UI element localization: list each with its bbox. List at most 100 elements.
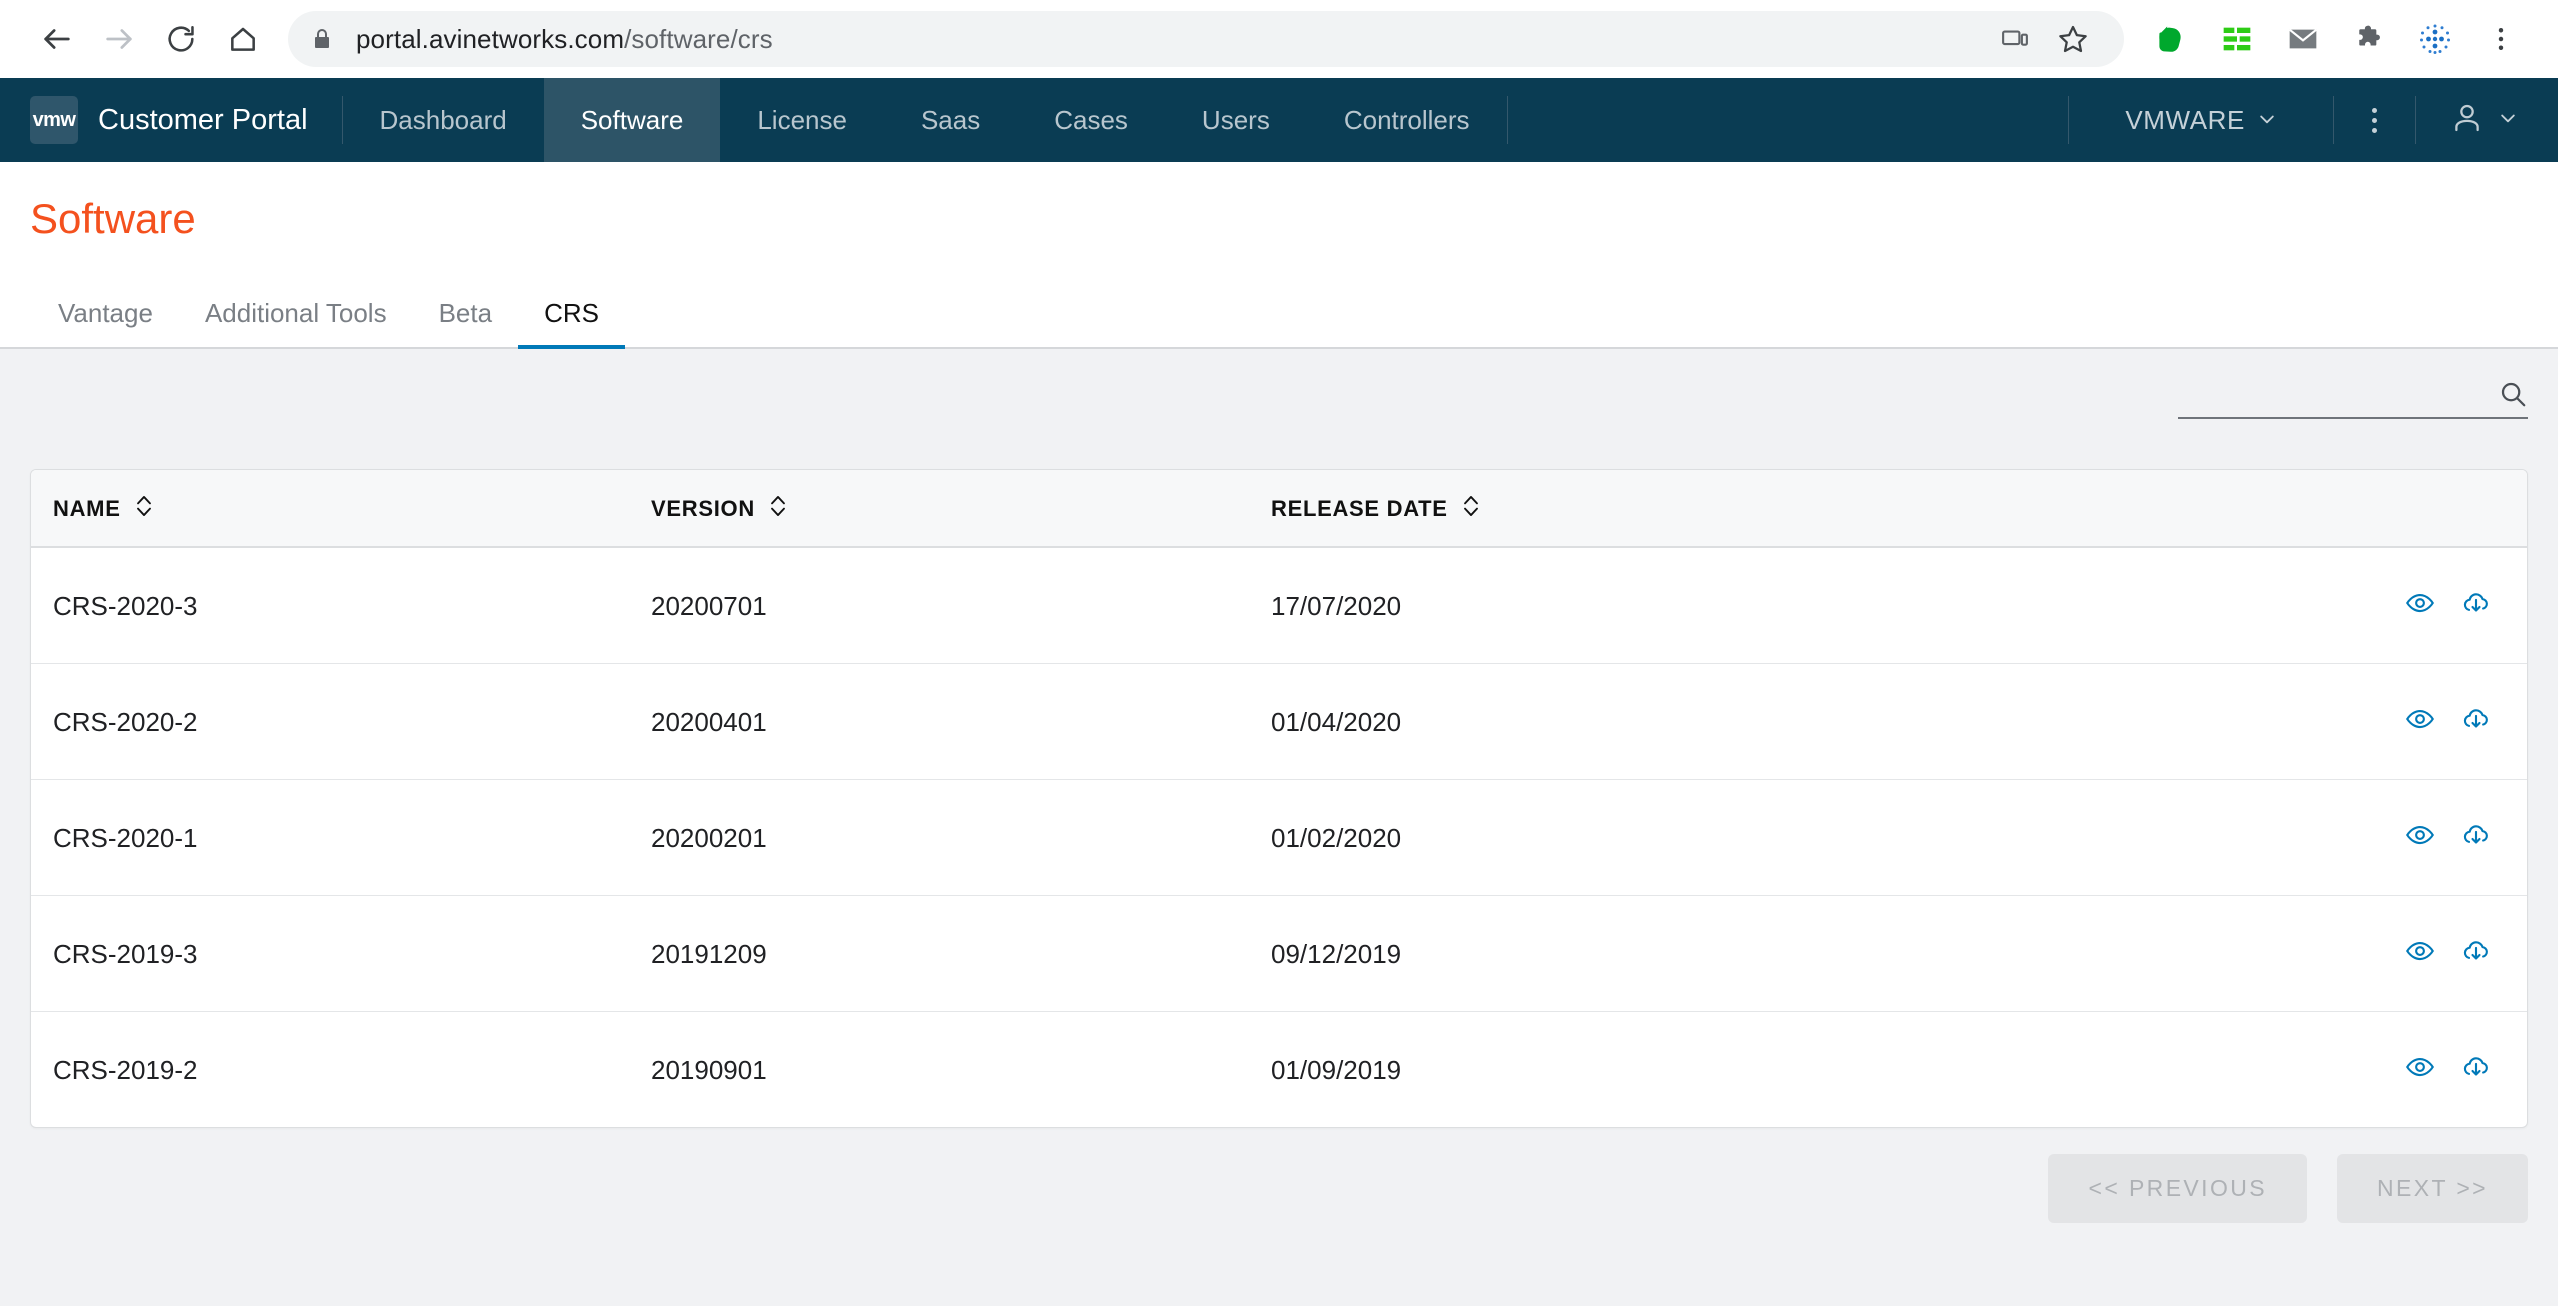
cell-actions: [2031, 895, 2527, 1013]
user-avatar-icon: [2450, 101, 2484, 140]
search-input[interactable]: [2178, 380, 2488, 409]
view-icon[interactable]: [2405, 1052, 2435, 1082]
app-navbar: vmw Customer Portal Dashboard Software L…: [0, 78, 2558, 162]
chevron-down-icon: [2257, 105, 2277, 136]
column-label-version: VERSION: [651, 496, 755, 522]
view-icon[interactable]: [2405, 936, 2435, 966]
cell-release-date: 01/04/2020: [1271, 663, 2031, 781]
cell-version: 20200201: [651, 779, 1271, 897]
previous-page-button[interactable]: << PREVIOUS: [2048, 1154, 2308, 1224]
url-text: portal.avinetworks.com/software/crs: [356, 24, 773, 55]
page-title: Software: [30, 195, 196, 242]
table-row[interactable]: CRS-2020-1 20200201 01/02/2020: [31, 779, 2527, 897]
browser-toolbar: portal.avinetworks.com/software/crs: [0, 0, 2558, 78]
cell-actions: [2031, 663, 2527, 781]
search-icon[interactable]: [2498, 379, 2528, 409]
nav-item-saas[interactable]: Saas: [884, 78, 1017, 162]
nav-more-menu[interactable]: [2334, 78, 2415, 162]
dotted-circle-extension-icon[interactable]: [2404, 8, 2466, 70]
nav-item-license[interactable]: License: [720, 78, 884, 162]
brand-title: Customer Portal: [98, 103, 308, 136]
vmware-logo: vmw: [30, 96, 78, 144]
nav-item-users[interactable]: Users: [1165, 78, 1307, 162]
table-header-row: NAME VERSION RELEASE DATE: [31, 470, 2527, 549]
cloud-download-icon[interactable]: [2461, 704, 2491, 734]
column-header-name[interactable]: NAME: [31, 470, 651, 549]
search-row: [30, 349, 2528, 469]
vertical-dots-icon: [2372, 107, 2377, 133]
pagination: << PREVIOUS NEXT >>: [30, 1128, 2528, 1224]
grid-extension-icon[interactable]: [2206, 8, 2268, 70]
nav-right: VMWARE: [2069, 78, 2558, 162]
extensions-bar: [2124, 8, 2532, 70]
software-table: NAME VERSION RELEASE DATE CRS-2020-3 202…: [30, 469, 2528, 1129]
cloud-download-icon[interactable]: [2461, 936, 2491, 966]
cell-release-date: 01/09/2019: [1271, 1055, 1402, 1086]
view-icon[interactable]: [2405, 588, 2435, 618]
cell-name: CRS-2020-1: [31, 779, 651, 897]
sort-icon[interactable]: [769, 494, 787, 524]
chevron-down-icon: [2498, 108, 2518, 133]
nav-item-software[interactable]: Software: [543, 78, 721, 162]
cloud-download-icon[interactable]: [2461, 588, 2491, 618]
cell-release-date: 09/12/2019: [1271, 895, 2031, 1013]
cell-name: CRS-2019-3: [31, 895, 651, 1013]
user-menu[interactable]: [2416, 78, 2558, 162]
sort-icon[interactable]: [135, 494, 153, 524]
table-row[interactable]: CRS-2019-2 20190901 01/09/2019: [31, 1012, 2527, 1128]
cell-name: CRS-2019-2: [53, 1055, 198, 1086]
cell-version: 20191209: [651, 895, 1271, 1013]
nav-item-dashboard[interactable]: Dashboard: [343, 78, 544, 162]
table-row[interactable]: CRS-2020-2 20200401 01/04/2020: [31, 663, 2527, 781]
cell-actions: [2031, 779, 2527, 897]
brand[interactable]: vmw Customer Portal: [0, 78, 342, 162]
cell-actions: [2031, 1012, 2527, 1128]
sort-icon[interactable]: [1462, 494, 1480, 524]
cell-name: CRS-2020-3: [31, 547, 651, 665]
home-button[interactable]: [212, 8, 274, 70]
crs-table: NAME VERSION RELEASE DATE CRS-2020-3 202…: [31, 470, 2527, 1127]
chrome-menu-icon[interactable]: [2470, 8, 2532, 70]
column-header-release-date[interactable]: RELEASE DATE: [1271, 470, 2031, 549]
table-head: NAME VERSION RELEASE DATE: [31, 470, 2527, 549]
view-icon[interactable]: [2405, 820, 2435, 850]
cell-release-date: 17/07/2020: [1271, 547, 2031, 665]
cell-version: 20200701: [651, 547, 1271, 665]
cell-version: 20200401: [651, 663, 1271, 781]
column-label-name: NAME: [53, 496, 121, 522]
back-button[interactable]: [26, 8, 88, 70]
puzzle-extensions-icon[interactable]: [2338, 8, 2400, 70]
reload-button[interactable]: [150, 8, 212, 70]
tab-vantage[interactable]: Vantage: [30, 298, 179, 350]
search-box[interactable]: [2178, 379, 2528, 420]
home-icon: [227, 23, 259, 55]
nav-items: Dashboard Software License Saas Cases Us…: [343, 78, 1507, 162]
column-header-version[interactable]: VERSION: [651, 470, 1271, 549]
omnibox-actions: [1986, 10, 2102, 68]
cast-icon[interactable]: [1986, 10, 2044, 68]
tab-crs[interactable]: CRS: [518, 298, 625, 351]
tab-beta[interactable]: Beta: [413, 298, 519, 350]
org-selector[interactable]: VMWARE: [2069, 78, 2333, 162]
forward-button[interactable]: [88, 8, 150, 70]
table-row[interactable]: CRS-2020-3 20200701 17/07/2020: [31, 547, 2527, 665]
back-arrow-icon: [40, 22, 74, 56]
table-body: CRS-2020-3 20200701 17/07/2020 CRS-2020-…: [31, 547, 2527, 1127]
mail-extension-icon[interactable]: [2272, 8, 2334, 70]
nav-item-cases[interactable]: Cases: [1017, 78, 1165, 162]
star-icon[interactable]: [2044, 10, 2102, 68]
cell-version: 20190901: [651, 1055, 767, 1086]
cloud-download-icon[interactable]: [2461, 1052, 2491, 1082]
next-page-button[interactable]: NEXT >>: [2337, 1154, 2528, 1224]
forward-arrow-icon: [102, 22, 136, 56]
view-icon[interactable]: [2405, 704, 2435, 734]
table-row[interactable]: CRS-2019-3 20191209 09/12/2019: [31, 895, 2527, 1013]
evernote-extension-icon[interactable]: [2140, 8, 2202, 70]
nav-item-controllers[interactable]: Controllers: [1307, 78, 1507, 162]
column-label-release-date: RELEASE DATE: [1271, 496, 1448, 522]
tab-additional-tools[interactable]: Additional Tools: [179, 298, 413, 350]
address-bar[interactable]: portal.avinetworks.com/software/crs: [288, 11, 2124, 67]
cloud-download-icon[interactable]: [2461, 820, 2491, 850]
cell-actions: [2031, 547, 2527, 665]
